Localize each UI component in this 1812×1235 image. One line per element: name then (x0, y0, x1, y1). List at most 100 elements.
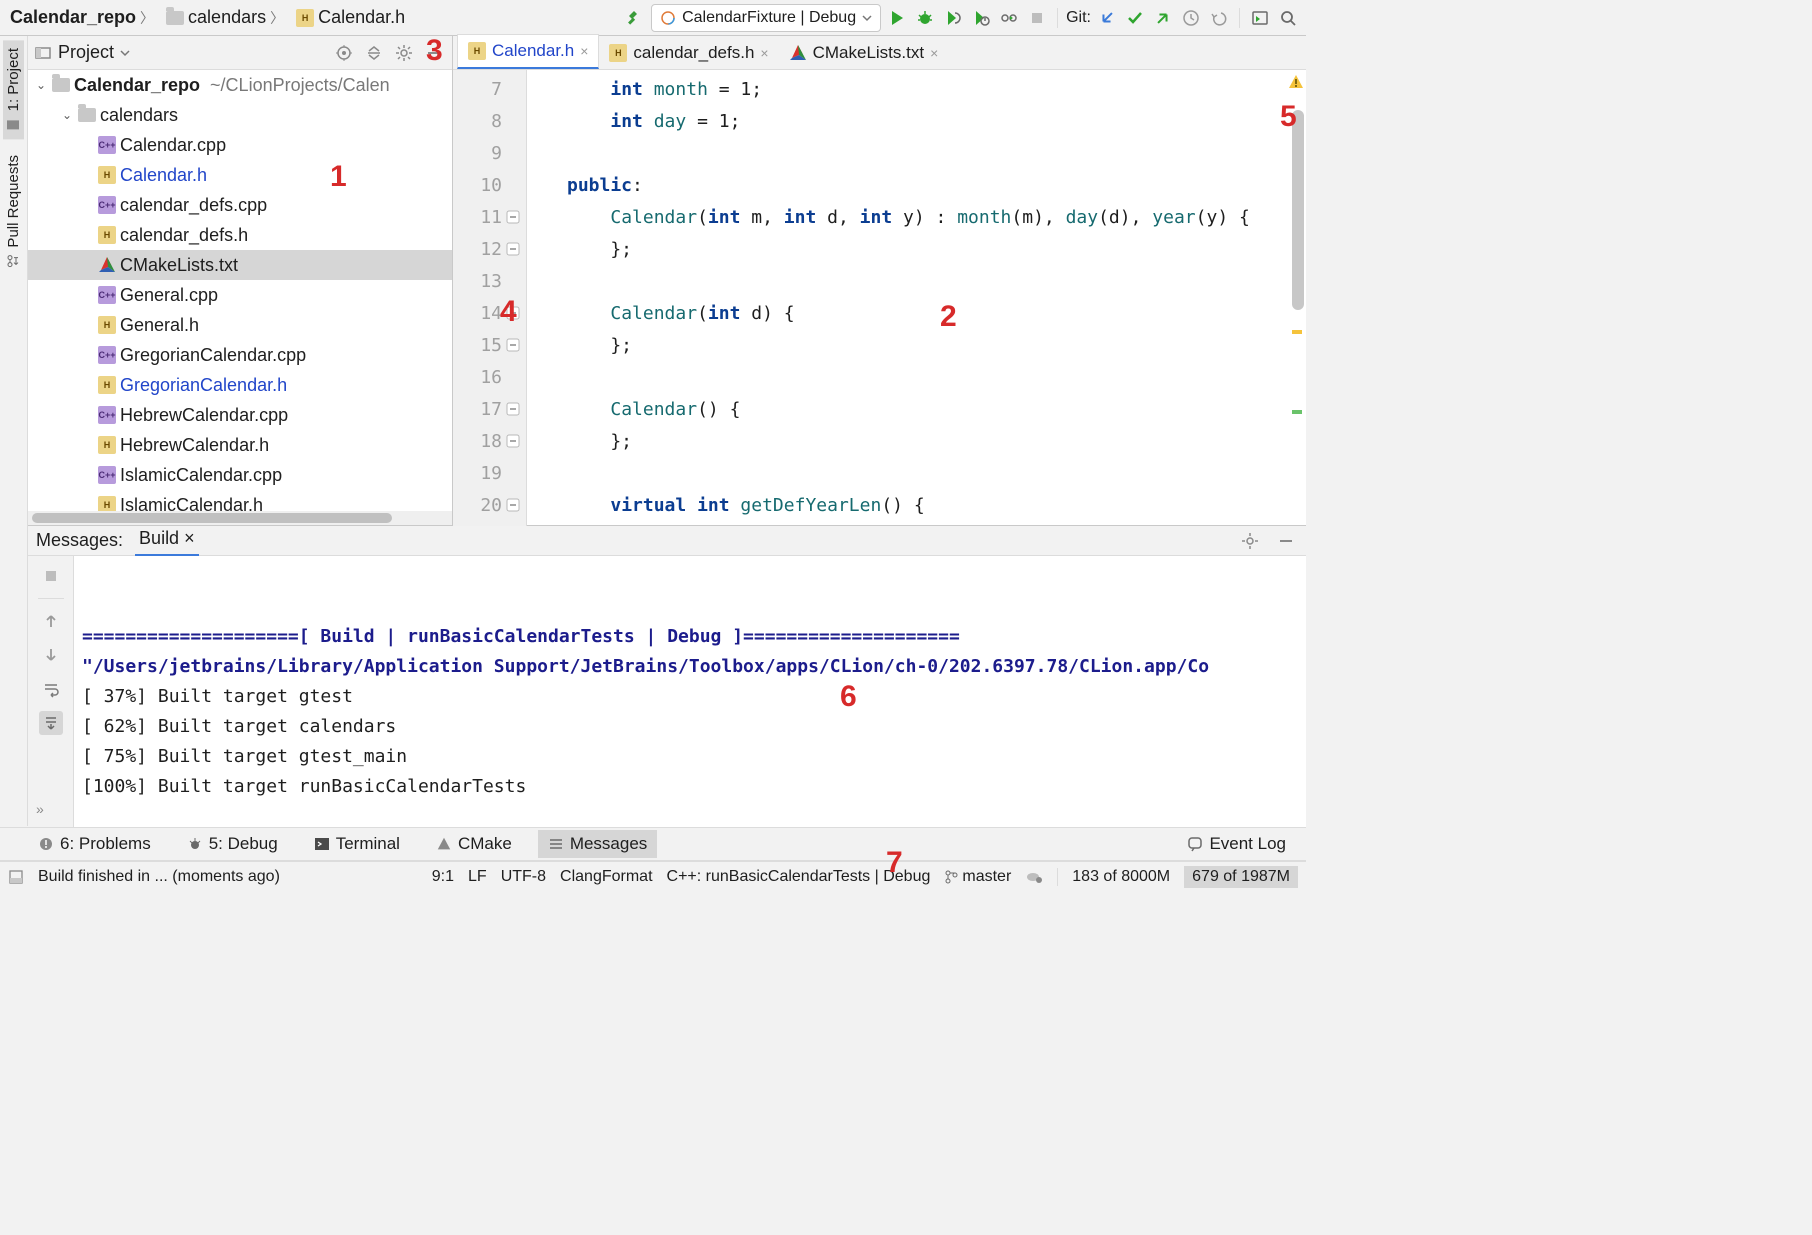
fold-icon[interactable] (506, 242, 520, 256)
terminal-tool-button[interactable]: Terminal (304, 830, 410, 858)
close-icon[interactable]: × (580, 43, 588, 59)
line-number[interactable]: 10 (453, 170, 522, 202)
tree-file[interactable]: CMakeLists.txt (28, 250, 452, 280)
settings-button[interactable] (392, 41, 416, 65)
tree-file[interactable]: HebrewCalendar.cpp (28, 400, 452, 430)
memory-indicator-2[interactable]: 679 of 1987M (1184, 866, 1298, 888)
tree-file[interactable]: General.cpp (28, 280, 452, 310)
line-number[interactable]: 19 (453, 458, 522, 490)
deployment-icon[interactable] (1025, 870, 1043, 884)
status-bar-toggle-icon[interactable] (8, 869, 24, 885)
stop-build-button[interactable] (39, 564, 63, 588)
breadcrumb-folder[interactable]: calendars〉 (162, 5, 288, 30)
code-formatter[interactable]: ClangFormat (560, 868, 652, 886)
line-number[interactable]: 20 (453, 490, 522, 522)
close-icon[interactable]: × (930, 45, 938, 61)
close-icon[interactable]: × (760, 45, 768, 61)
caret-position[interactable]: 9:1 (432, 868, 454, 886)
line-number[interactable]: 16 (453, 362, 522, 394)
project-tree-hscrollbar[interactable] (28, 511, 452, 525)
warning-icon[interactable] (1288, 74, 1304, 90)
code-line[interactable]: int month = 1; (567, 74, 1306, 106)
line-number[interactable]: 14 (453, 298, 522, 330)
coverage-button[interactable] (941, 6, 965, 30)
code-line[interactable]: Calendar(int m, int d, int y) : month(m)… (567, 202, 1306, 234)
warning-marker[interactable] (1292, 330, 1302, 334)
fold-icon[interactable] (506, 434, 520, 448)
tree-file[interactable]: IslamicCalendar.h (28, 490, 452, 511)
breadcrumb-file[interactable]: Calendar.h (292, 5, 409, 30)
stop-button[interactable] (1025, 6, 1049, 30)
git-history-button[interactable] (1179, 6, 1203, 30)
cmake-tool-button[interactable]: CMake (426, 830, 522, 858)
editor-tab[interactable]: calendar_defs.h× (599, 36, 778, 69)
scroll-to-end-button[interactable] (39, 711, 63, 735)
fold-icon[interactable] (506, 306, 520, 320)
git-commit-button[interactable] (1123, 6, 1147, 30)
code-line[interactable] (567, 362, 1306, 394)
code-line[interactable]: }; (567, 426, 1306, 458)
messages-output[interactable]: ====================[ Build | runBasicCa… (74, 556, 1306, 868)
tree-root[interactable]: ⌄ Calendar_repo ~/CLionProjects/Calen (28, 70, 452, 100)
status-message[interactable]: Build finished in ... (moments ago) (38, 868, 280, 886)
expand-icon[interactable]: » (36, 801, 44, 817)
project-tw-title[interactable]: Project (58, 42, 114, 63)
editor-tab[interactable]: CMakeLists.txt× (779, 36, 949, 69)
tree-file[interactable]: calendar_defs.h (28, 220, 452, 250)
line-number[interactable]: 11 (453, 202, 522, 234)
git-push-button[interactable] (1151, 6, 1175, 30)
editor-tab[interactable]: Calendar.h× (457, 34, 599, 69)
project-tree[interactable]: ⌄ Calendar_repo ~/CLionProjects/Calen ⌄ … (28, 70, 452, 511)
messages-hide-button[interactable] (1274, 529, 1298, 553)
attach-button[interactable] (997, 6, 1021, 30)
build-hammer-button[interactable] (623, 6, 647, 30)
git-update-button[interactable] (1095, 6, 1119, 30)
tree-file[interactable]: Calendar.h (28, 160, 452, 190)
project-tool-tab[interactable]: 1: Project (3, 40, 24, 139)
breadcrumb-project[interactable]: Calendar_repo〉 (6, 5, 158, 30)
file-encoding[interactable]: UTF-8 (501, 868, 546, 886)
code-line[interactable]: virtual int getDefYearLen() { (567, 490, 1306, 522)
line-number[interactable]: 17 (453, 394, 522, 426)
code-line[interactable]: public: (567, 170, 1306, 202)
tree-file[interactable]: GregorianCalendar.h (28, 370, 452, 400)
next-message-button[interactable] (39, 643, 63, 667)
search-everywhere-button[interactable] (1276, 6, 1300, 30)
expand-all-button[interactable] (362, 41, 386, 65)
messages-tool-button[interactable]: Messages (538, 830, 657, 858)
code-line[interactable]: }; (567, 234, 1306, 266)
code-line[interactable]: Calendar() { (567, 394, 1306, 426)
line-number[interactable]: 15 (453, 330, 522, 362)
hide-button[interactable] (422, 41, 446, 65)
editor-gutter[interactable]: 7891011121314151617181920 (453, 70, 527, 526)
tree-file[interactable]: GregorianCalendar.cpp (28, 340, 452, 370)
tree-file[interactable]: Calendar.cpp (28, 130, 452, 160)
fold-icon[interactable] (506, 498, 520, 512)
tree-file[interactable]: General.h (28, 310, 452, 340)
fold-icon[interactable] (506, 338, 520, 352)
select-opened-file-button[interactable] (332, 41, 356, 65)
fold-icon[interactable] (506, 210, 520, 224)
tree-file[interactable]: HebrewCalendar.h (28, 430, 452, 460)
code-line[interactable] (567, 266, 1306, 298)
soft-wrap-button[interactable] (39, 677, 63, 701)
fold-icon[interactable] (506, 402, 520, 416)
tree-folder[interactable]: ⌄ calendars (28, 100, 452, 130)
git-branch-widget[interactable]: master (944, 868, 1011, 886)
run-context[interactable]: C++: runBasicCalendarTests | Debug (667, 868, 931, 886)
debug-tool-button[interactable]: 5: Debug (177, 830, 288, 858)
ok-marker[interactable] (1292, 410, 1302, 414)
editor-body[interactable]: 7891011121314151617181920 int month = 1;… (453, 70, 1306, 526)
event-log-tool-button[interactable]: Event Log (1177, 830, 1296, 858)
code-line[interactable]: }; (567, 330, 1306, 362)
close-icon[interactable]: × (184, 528, 195, 548)
line-number[interactable]: 12 (453, 234, 522, 266)
editor-error-stripe[interactable] (1290, 70, 1306, 526)
chevron-down-icon[interactable] (120, 48, 130, 58)
line-number[interactable]: 9 (453, 138, 522, 170)
profile-button[interactable] (969, 6, 993, 30)
git-rollback-button[interactable] (1207, 6, 1231, 30)
line-number[interactable]: 7 (453, 74, 522, 106)
messages-settings-button[interactable] (1238, 529, 1262, 553)
tree-file[interactable]: calendar_defs.cpp (28, 190, 452, 220)
